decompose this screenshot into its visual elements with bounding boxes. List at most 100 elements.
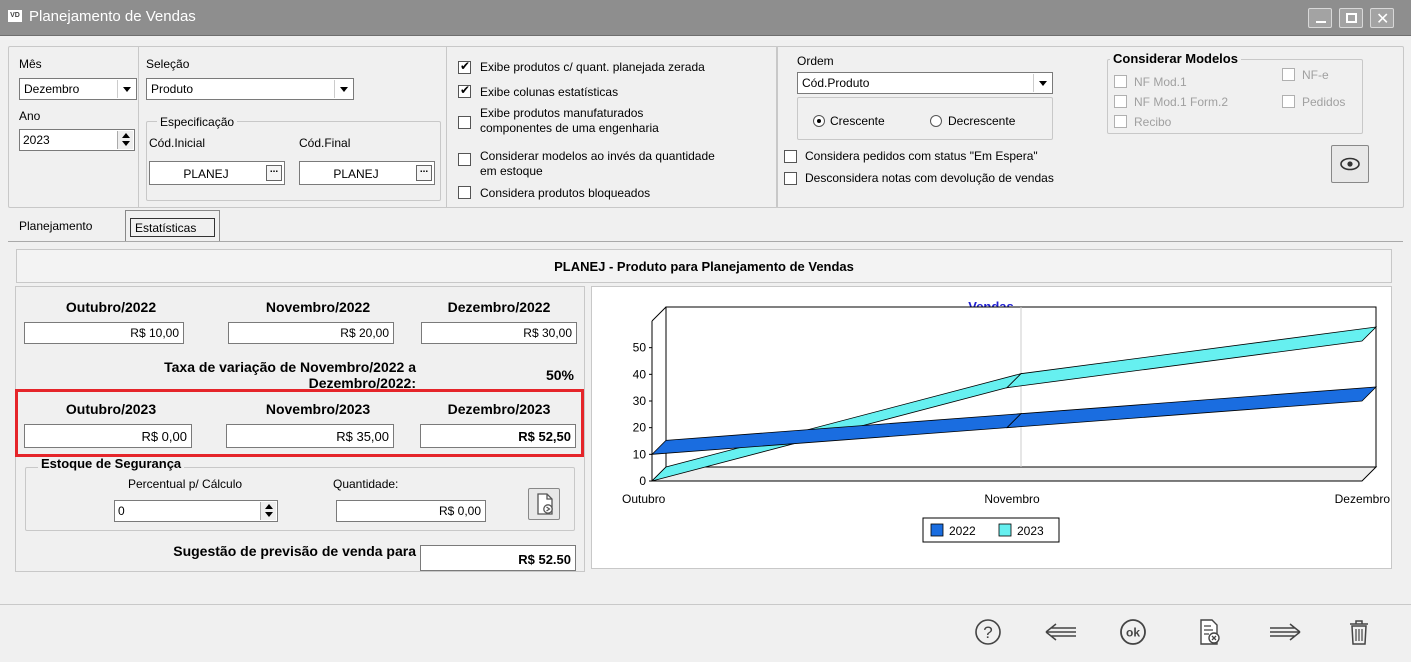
product-title: PLANEJ - Produto para Planejamento de Ve… xyxy=(554,259,854,274)
crescente-label: Crescente xyxy=(830,114,885,128)
title-bar: VD Planejamento de Vendas ✕ xyxy=(0,0,1411,36)
considerar-modelos-checkbox[interactable] xyxy=(458,153,471,166)
nf-mod1-form2-label: NF Mod.1 Form.2 xyxy=(1134,95,1229,109)
exibe-zerada-checkbox[interactable] xyxy=(458,59,471,74)
recibo-label: Recibo xyxy=(1134,115,1172,129)
prev-header-out: Outubro/2022 xyxy=(65,299,157,315)
decrescente-label: Decrescente xyxy=(948,114,1016,128)
taxa-label-1: Taxa de variação de Novembro/2022 a xyxy=(164,359,416,375)
ano-label: Ano xyxy=(19,109,41,123)
percentual-spinner[interactable]: 0 xyxy=(114,500,278,522)
sales-chart-svg: Vendas01020304050OutubroNovembroDezembro… xyxy=(622,299,1391,543)
prev-header-dez: Dezembro/2022 xyxy=(447,299,551,315)
back-button[interactable] xyxy=(1043,618,1079,646)
ok-icon: ok xyxy=(1120,619,1146,645)
chart-x-tick-label: Dezembro xyxy=(1335,492,1391,506)
help-button[interactable]: ? xyxy=(973,618,1003,646)
trash-icon xyxy=(1350,620,1368,645)
minimize-button[interactable] xyxy=(1308,8,1332,28)
exibe-colunas-label: Exibe colunas estatísticas xyxy=(480,85,619,99)
lookup-button[interactable]: ... xyxy=(266,165,282,181)
calculate-button[interactable] xyxy=(528,488,560,520)
exibe-colunas-checkbox[interactable] xyxy=(458,83,471,98)
selecao-select[interactable]: Produto xyxy=(146,78,354,100)
cancel-button[interactable] xyxy=(1195,618,1225,646)
prev-value-out[interactable]: R$ 10,00 xyxy=(24,322,184,344)
sales-chart: Vendas01020304050OutubroNovembroDezembro… xyxy=(591,286,1392,569)
chart-x-tick-label: Outubro xyxy=(622,492,666,506)
highlight-box xyxy=(15,389,584,457)
desconsidera-notas-label: Desconsidera notas com devolução de vend… xyxy=(805,171,1054,185)
chart-legend-label: 2022 xyxy=(949,524,976,538)
selecao-label: Seleção xyxy=(146,57,190,71)
close-icon: ✕ xyxy=(1376,11,1390,28)
chevron-down-icon xyxy=(1033,74,1051,92)
cod-inicial-input[interactable]: PLANEJ ... xyxy=(149,161,285,185)
close-button[interactable]: ✕ xyxy=(1370,8,1394,28)
chart-floor xyxy=(650,466,1378,482)
tab-estatisticas[interactable]: Estatísticas xyxy=(125,210,220,241)
delete-button[interactable] xyxy=(1344,618,1374,646)
window-title: Planejamento de Vendas xyxy=(29,8,196,25)
bloqueados-checkbox[interactable] xyxy=(458,186,471,199)
lookup-button[interactable]: ... xyxy=(416,165,432,181)
nfe-checkbox[interactable] xyxy=(1282,68,1295,81)
chart-y-tick-label: 50 xyxy=(633,341,647,355)
nf-mod1-form2-checkbox[interactable] xyxy=(1114,95,1127,108)
app-icon: VD xyxy=(8,10,22,22)
ano-spinner[interactable]: 2023 xyxy=(19,129,135,151)
mes-select[interactable]: Dezembro xyxy=(19,78,137,100)
chart-y-tick-label: 40 xyxy=(633,367,647,381)
considerar-modelos-title: Considerar Modelos xyxy=(1110,51,1241,66)
chart-legend-swatch xyxy=(998,523,1012,537)
chart-x-tick-label: Novembro xyxy=(984,492,1040,506)
cod-final-label: Cód.Final xyxy=(299,136,351,150)
eye-icon xyxy=(1340,157,1360,171)
cod-final-input[interactable]: PLANEJ ... xyxy=(299,161,435,185)
crescente-radio[interactable] xyxy=(813,115,825,127)
svg-text:?: ? xyxy=(983,623,992,642)
chevron-down-icon xyxy=(117,80,135,98)
ok-button[interactable]: ok xyxy=(1118,618,1148,646)
nf-mod1-label: NF Mod.1 xyxy=(1134,75,1187,89)
prev-value-nov[interactable]: R$ 20,00 xyxy=(228,322,394,344)
preview-button[interactable] xyxy=(1331,145,1369,183)
ordem-select[interactable]: Cód.Produto xyxy=(797,72,1053,94)
forward-button[interactable] xyxy=(1267,618,1303,646)
estoque-title: Estoque de Segurança xyxy=(38,456,185,471)
considerar-modelos-label-2: em estoque xyxy=(480,164,543,178)
svg-text:ok: ok xyxy=(1126,626,1140,640)
nfe-label: NF-e xyxy=(1302,68,1329,82)
mes-label: Mês xyxy=(19,57,42,71)
recibo-checkbox[interactable] xyxy=(1114,115,1127,128)
product-header: PLANEJ - Produto para Planejamento de Ve… xyxy=(16,249,1392,283)
exibe-zerada-label: Exibe produtos c/ quant. planejada zerad… xyxy=(480,60,705,74)
exibe-manufaturados-checkbox[interactable] xyxy=(458,116,471,129)
chart-y-tick-label: 0 xyxy=(639,474,646,488)
spin-arrows-icon[interactable] xyxy=(117,131,133,149)
prev-header-nov: Novembro/2022 xyxy=(265,299,371,315)
chart-legend-label: 2023 xyxy=(1017,524,1044,538)
taxa-value: 50% xyxy=(545,367,574,383)
pedidos-espera-checkbox[interactable] xyxy=(784,150,797,163)
especificacao-legend: Especificação xyxy=(157,115,238,129)
pedidos-espera-label: Considera pedidos com status "Em Espera" xyxy=(805,149,1038,163)
considerar-modelos-label-1: Considerar modelos ao invés da quantidad… xyxy=(480,149,715,163)
chart-y-tick-label: 30 xyxy=(633,394,647,408)
chart-y-tick-label: 20 xyxy=(633,421,647,435)
nf-mod1-checkbox[interactable] xyxy=(1114,75,1127,88)
tab-planejamento[interactable]: Planejamento xyxy=(13,214,121,240)
chart-y-tick-label: 10 xyxy=(633,447,647,461)
prev-value-dez[interactable]: R$ 30,00 xyxy=(421,322,577,344)
maximize-button[interactable] xyxy=(1339,8,1363,28)
help-icon: ? xyxy=(975,619,1001,645)
pedidos-checkbox[interactable] xyxy=(1282,95,1295,108)
chevron-down-icon xyxy=(334,80,352,98)
document-refresh-icon xyxy=(537,493,553,515)
desconsidera-notas-checkbox[interactable] xyxy=(784,172,797,185)
quantidade-value[interactable]: R$ 0,00 xyxy=(336,500,486,522)
estoque-group xyxy=(25,467,575,531)
spin-arrows-icon[interactable] xyxy=(260,502,276,520)
decrescente-radio[interactable] xyxy=(930,115,942,127)
sugestao-value[interactable]: R$ 52.50 xyxy=(420,545,576,571)
